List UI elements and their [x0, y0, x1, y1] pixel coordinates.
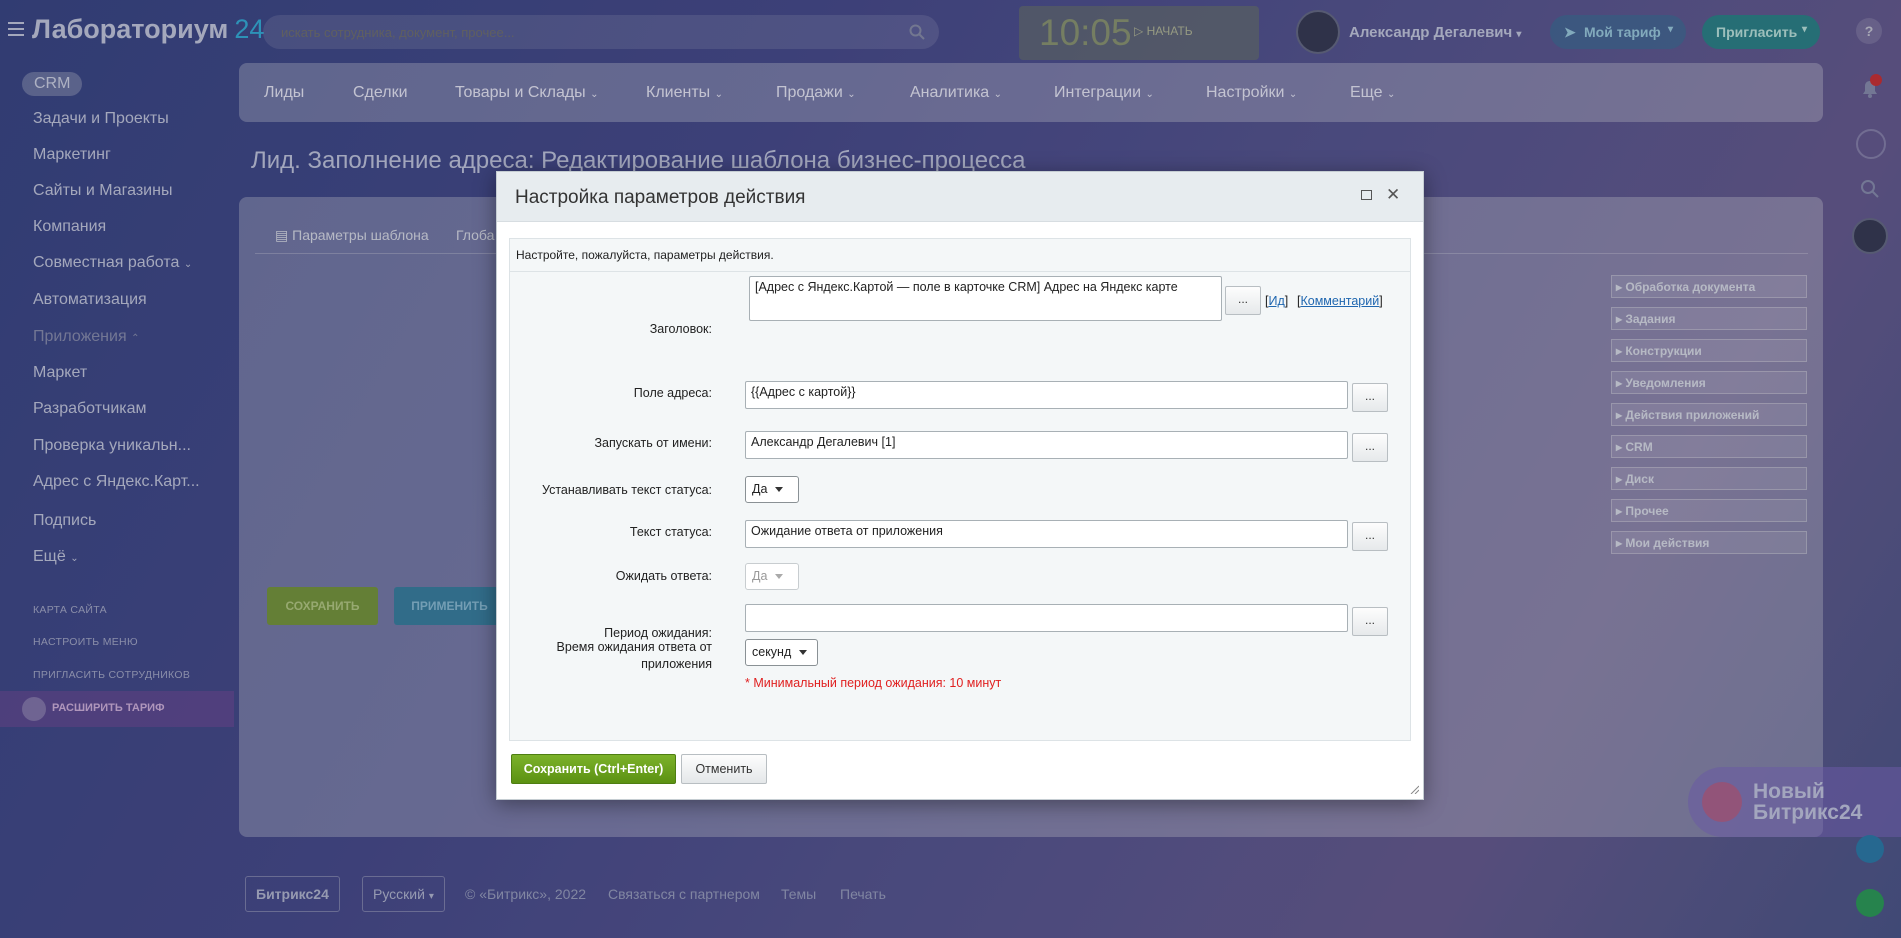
wait-select[interactable]: Да: [745, 563, 799, 590]
address-insert-button[interactable]: ...: [1352, 383, 1388, 412]
set-status-label: Устанавливать текст статуса:: [541, 483, 712, 497]
comment-link[interactable]: Комментарий: [1300, 294, 1379, 308]
dialog-hint: Настройте, пожалуйста, параметры действи…: [516, 248, 774, 262]
cancel-button[interactable]: Отменить: [681, 754, 767, 784]
period-label: Период ожидания:: [604, 626, 712, 640]
maximize-icon[interactable]: [1361, 190, 1372, 200]
chevron-down-icon: [775, 574, 784, 580]
resize-handle-icon[interactable]: [1409, 784, 1419, 794]
address-field[interactable]: {{Адрес с картой}}: [745, 381, 1348, 409]
title-insert-button[interactable]: ...: [1225, 286, 1261, 315]
run-as-insert-button[interactable]: ...: [1352, 433, 1388, 462]
divider: [510, 271, 1410, 272]
wait-label: Ожидать ответа:: [615, 569, 712, 583]
dialog-title: Настройка параметров действия: [515, 187, 806, 208]
run-as-field[interactable]: Александр Дегалевич [1]: [745, 431, 1348, 459]
action-settings-dialog: Настройка параметров действия ✕ Настройт…: [496, 171, 1424, 800]
dialog-header: Настройка параметров действия ✕: [497, 172, 1423, 222]
address-label: Поле адреса:: [633, 386, 712, 400]
status-text-label: Текст статуса:: [629, 525, 712, 539]
run-as-label: Запускать от имени:: [594, 436, 712, 450]
status-text-insert-button[interactable]: ...: [1352, 522, 1388, 551]
period-sublabel: Время ожидания ответа от приложения: [556, 640, 712, 671]
id-link[interactable]: Ид: [1268, 294, 1284, 308]
title-field[interactable]: [Адрес с Яндекс.Картой — поле в карточке…: [749, 276, 1222, 321]
min-period-warning: * Минимальный период ожидания: 10 минут: [745, 676, 1002, 690]
chevron-down-icon: [775, 487, 784, 493]
period-field[interactable]: [745, 604, 1348, 632]
period-unit-select[interactable]: секунд: [745, 639, 818, 666]
dialog-body: Настройте, пожалуйста, параметры действи…: [509, 238, 1411, 741]
status-text-field[interactable]: Ожидание ответа от приложения: [745, 520, 1348, 548]
period-insert-button[interactable]: ...: [1352, 607, 1388, 636]
id-link-wrap: [Ид]: [1265, 294, 1289, 308]
comment-link-wrap: [Комментарий]: [1297, 294, 1383, 308]
save-button[interactable]: Сохранить (Ctrl+Enter): [511, 754, 676, 784]
close-icon[interactable]: ✕: [1386, 185, 1400, 205]
set-status-select[interactable]: Да: [745, 476, 799, 503]
title-label: Заголовок:: [649, 322, 712, 336]
chevron-down-icon: [799, 650, 808, 656]
